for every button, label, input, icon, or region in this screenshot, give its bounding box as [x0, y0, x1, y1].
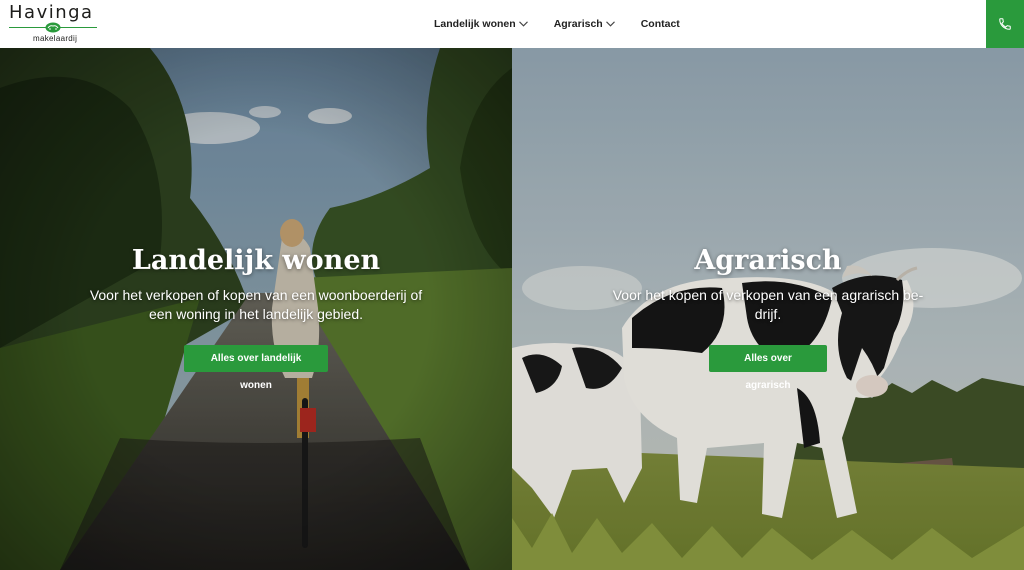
site-header: Havinga makelaardij Landelijk wonen Agra…	[0, 0, 1024, 48]
alles-over-agrarisch-button[interactable]: Alles over agrarisch	[709, 345, 827, 391]
chevron-down-icon	[605, 21, 615, 27]
hero-agrarisch: Agrarisch Voor het kopen of verkopen van…	[512, 48, 1024, 570]
logo-cow-icon	[45, 22, 61, 33]
nav-item-label: Contact	[640, 18, 680, 30]
nav-item-landelijk-wonen[interactable]: Landelijk wonen	[434, 18, 528, 30]
nav-item-label: Landelijk wonen	[434, 18, 516, 30]
phone-button[interactable]	[986, 0, 1024, 48]
hero-right-title: Agrarisch	[694, 245, 842, 276]
logo-wordmark: Havinga	[9, 2, 94, 23]
alles-over-landelijk-wonen-button[interactable]: Alles over landelijk wonen	[184, 345, 328, 391]
nav-item-agrarisch[interactable]: Agrarisch	[554, 18, 615, 30]
nav-item-contact[interactable]: Contact	[641, 18, 680, 30]
chevron-down-icon	[518, 21, 528, 27]
hero-left-description: Voor het verkopen of kopen van een woonb…	[89, 287, 423, 322]
hero-right-content: Agrarisch Voor het kopen of verkopen van…	[512, 244, 1024, 393]
phone-icon	[999, 18, 1011, 30]
hero-landelijk-wonen: Landelijk wonen Voor het verkopen of kop…	[0, 48, 512, 570]
logo-subtitle: makelaardij	[33, 34, 78, 43]
hero-left-title: Landelijk wonen	[131, 245, 381, 276]
hero-left-content: Landelijk wonen Voor het verkopen of kop…	[0, 244, 512, 393]
nav-item-label: Agrarisch	[553, 18, 603, 30]
havinga-logo[interactable]: Havinga makelaardij	[9, 4, 99, 44]
main-nav: Landelijk wonen Agrarisch Contact	[434, 0, 680, 48]
hero-right-description: Voor het kopen of verkopen van een agrar…	[612, 287, 924, 322]
